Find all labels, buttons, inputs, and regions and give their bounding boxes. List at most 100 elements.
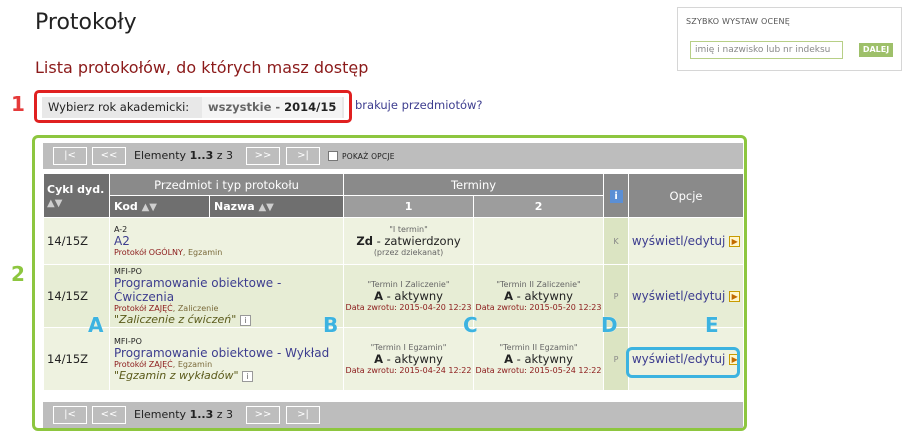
header-term-1: 1 xyxy=(343,195,475,218)
term-status: Zd - zatwierdzony xyxy=(344,234,473,248)
pager-first-button[interactable]: |< xyxy=(53,147,87,165)
cell-term-2 xyxy=(473,217,605,265)
header-term-2: 2 xyxy=(473,195,605,218)
term-status-text: - zatwierdzony xyxy=(372,234,461,248)
protocol-kind: Protokół OGÓLNY xyxy=(114,248,183,257)
protocol-type: Protokół ZAJĘĆ, Zaliczenie xyxy=(114,304,343,313)
pager-top: |< << Elementy 1..3 z 3 >> >| POKAŻ OPCJ… xyxy=(43,143,743,169)
header-cycle-label: Cykl dyd. xyxy=(47,182,105,196)
header-terms: Terminy xyxy=(343,173,605,196)
term-return-date: Data zwrotu: 2015-04-24 12:22 xyxy=(345,366,472,375)
protocol-note-text: "Egzamin z wykładów" xyxy=(114,368,239,382)
header-name-label: Nazwa xyxy=(214,200,255,213)
info-icon[interactable]: i xyxy=(239,314,251,326)
term-status-code: A xyxy=(504,352,513,366)
table-row: 14/15Z A-2 A2 Protokół OGÓLNY, Egzamin "… xyxy=(43,217,745,265)
pager-first-button[interactable]: |< xyxy=(53,406,87,424)
pager-range: 1..3 xyxy=(189,408,214,421)
cell-options: wyświetl/edytuj ▶ xyxy=(628,264,745,328)
highlight-edit-link xyxy=(626,347,740,378)
edit-link[interactable]: wyświetl/edytuj xyxy=(632,289,726,303)
annotation-letter-e: E xyxy=(705,313,719,337)
term-status: A - aktywny xyxy=(474,352,603,366)
pager-prev-button[interactable]: << xyxy=(92,147,126,165)
term-status-text: - aktywny xyxy=(512,352,573,366)
year-value-separator: - xyxy=(271,100,285,114)
term-name: "I termin" xyxy=(389,225,428,234)
cell-flag: K xyxy=(603,217,630,265)
missing-subjects-link[interactable]: brakuje przedmiotów? xyxy=(355,98,483,112)
year-filter: Wybierz rok akademicki: wszystkie - 2014… xyxy=(34,90,352,123)
term-status-code: A xyxy=(374,289,383,303)
term-status-code: Zd xyxy=(356,234,373,248)
year-filter-label: Wybierz rok akademicki: xyxy=(48,100,190,114)
term-status-text: - aktywny xyxy=(382,289,443,303)
term-status: A - aktywny xyxy=(344,352,473,366)
show-options-label: POKAŻ OPCJE xyxy=(342,152,395,161)
sort-arrows-icon: ▲▼ xyxy=(141,202,157,213)
annotation-letter-c: C xyxy=(463,313,478,337)
info-icon: i xyxy=(609,190,623,203)
cell-term-2: "Termin II Egzamin" A - aktywny Data zwr… xyxy=(473,327,605,391)
annotation-number-1: 1 xyxy=(11,92,25,116)
pager-bottom: |< << Elementy 1..3 z 3 >> >| xyxy=(43,402,743,428)
arrow-right-icon[interactable]: ▶ xyxy=(729,236,741,247)
header-name[interactable]: Nazwa ▲▼ xyxy=(208,195,345,218)
protocol-type: Protokół OGÓLNY, Egzamin xyxy=(114,248,343,257)
pager-suffix: z 3 xyxy=(213,149,233,162)
arrow-right-icon[interactable]: ▶ xyxy=(729,291,741,302)
header-info: i xyxy=(603,173,630,218)
table-row: 14/15Z MFI-PO Programowanie obiektowe - … xyxy=(43,264,745,328)
subject-code: MFI-PO xyxy=(114,336,142,346)
protocol-note: "Egzamin z wykładów" i xyxy=(114,369,343,382)
subject-link[interactable]: Programowanie obiektowe - Wykład xyxy=(114,346,343,360)
pager-next-button[interactable]: >> xyxy=(246,147,280,165)
protocol-note-text: "Zaliczenie z ćwiczeń" xyxy=(114,312,237,326)
term-name: "Termin II Egzamin" xyxy=(499,343,578,352)
year-select[interactable]: wszystkie - 2014/15 xyxy=(202,97,343,118)
pager-prefix: Elementy xyxy=(134,149,190,162)
pager-next-button[interactable]: >> xyxy=(246,406,280,424)
header-code[interactable]: Kod ▲▼ xyxy=(109,195,210,218)
info-icon[interactable]: i xyxy=(242,370,254,382)
header-cycle[interactable]: Cykl dyd. ▲▼ xyxy=(43,173,110,218)
protocol-type-text: , Zaliczenie xyxy=(172,303,219,313)
protocol-kind: Protokół ZAJĘĆ xyxy=(114,359,173,369)
quick-grade-button[interactable]: DALEJ xyxy=(859,43,893,57)
term-status: A - aktywny xyxy=(474,289,603,303)
cell-term-1: "I termin" Zd - zatwierdzony (przez dzie… xyxy=(343,217,475,265)
term-return-date: Data zwrotu: 2015-05-24 12:22 xyxy=(475,366,602,375)
pager-last-button[interactable]: >| xyxy=(286,147,320,165)
term-name: "Termin I Egzamin" xyxy=(370,343,447,352)
quick-grade-title: SZYBKO WYSTAW OCENĘ xyxy=(686,17,790,26)
pager-prev-button[interactable]: << xyxy=(92,406,126,424)
cell-subject: A-2 A2 Protokół OGÓLNY, Egzamin xyxy=(108,217,345,265)
term-extra: (przez dziekanat) xyxy=(373,248,444,257)
subject-link[interactable]: Programowanie obiektowe - Ćwiczenia xyxy=(114,276,343,304)
annotation-number-2: 2 xyxy=(11,262,25,286)
page-title: Protokoły xyxy=(35,10,137,35)
annotation-letter-b: B xyxy=(323,313,339,337)
year-value-current: 2014/15 xyxy=(284,100,337,114)
cell-term-1: "Termin I Zaliczenie" A - aktywny Data z… xyxy=(343,264,475,328)
pager-suffix: z 3 xyxy=(213,408,233,421)
quick-grade-panel: SZYBKO WYSTAW OCENĘ imię i nazwisko lub … xyxy=(677,7,902,71)
cell-subject: MFI-PO Programowanie obiektowe - Ćwiczen… xyxy=(108,264,345,328)
term-status-code: A xyxy=(374,352,383,366)
term-return-date: Data zwrotu: 2015-05-20 12:23 xyxy=(475,303,602,312)
term-status-text: - aktywny xyxy=(382,352,443,366)
sort-arrows-icon: ▲▼ xyxy=(47,197,63,209)
subject-link[interactable]: A2 xyxy=(114,234,343,248)
sort-arrows-icon: ▲▼ xyxy=(258,202,274,213)
edit-link[interactable]: wyświetl/edytuj xyxy=(632,234,726,248)
header-options: Opcje xyxy=(628,173,745,218)
show-options-checkbox[interactable] xyxy=(328,151,338,161)
pager-prefix: Elementy xyxy=(134,408,190,421)
cell-options: wyświetl/edytuj ▶ xyxy=(628,217,745,265)
subject-code: A-2 xyxy=(114,225,128,234)
quick-grade-input[interactable]: imię i nazwisko lub nr indeksu xyxy=(690,41,843,59)
protocol-type-text: , Egzamin xyxy=(172,359,213,369)
pager-last-button[interactable]: >| xyxy=(286,406,320,424)
cell-term-2: "Termin II Zaliczenie" A - aktywny Data … xyxy=(473,264,605,328)
protocol-type: Protokół ZAJĘĆ, Egzamin xyxy=(114,360,343,369)
